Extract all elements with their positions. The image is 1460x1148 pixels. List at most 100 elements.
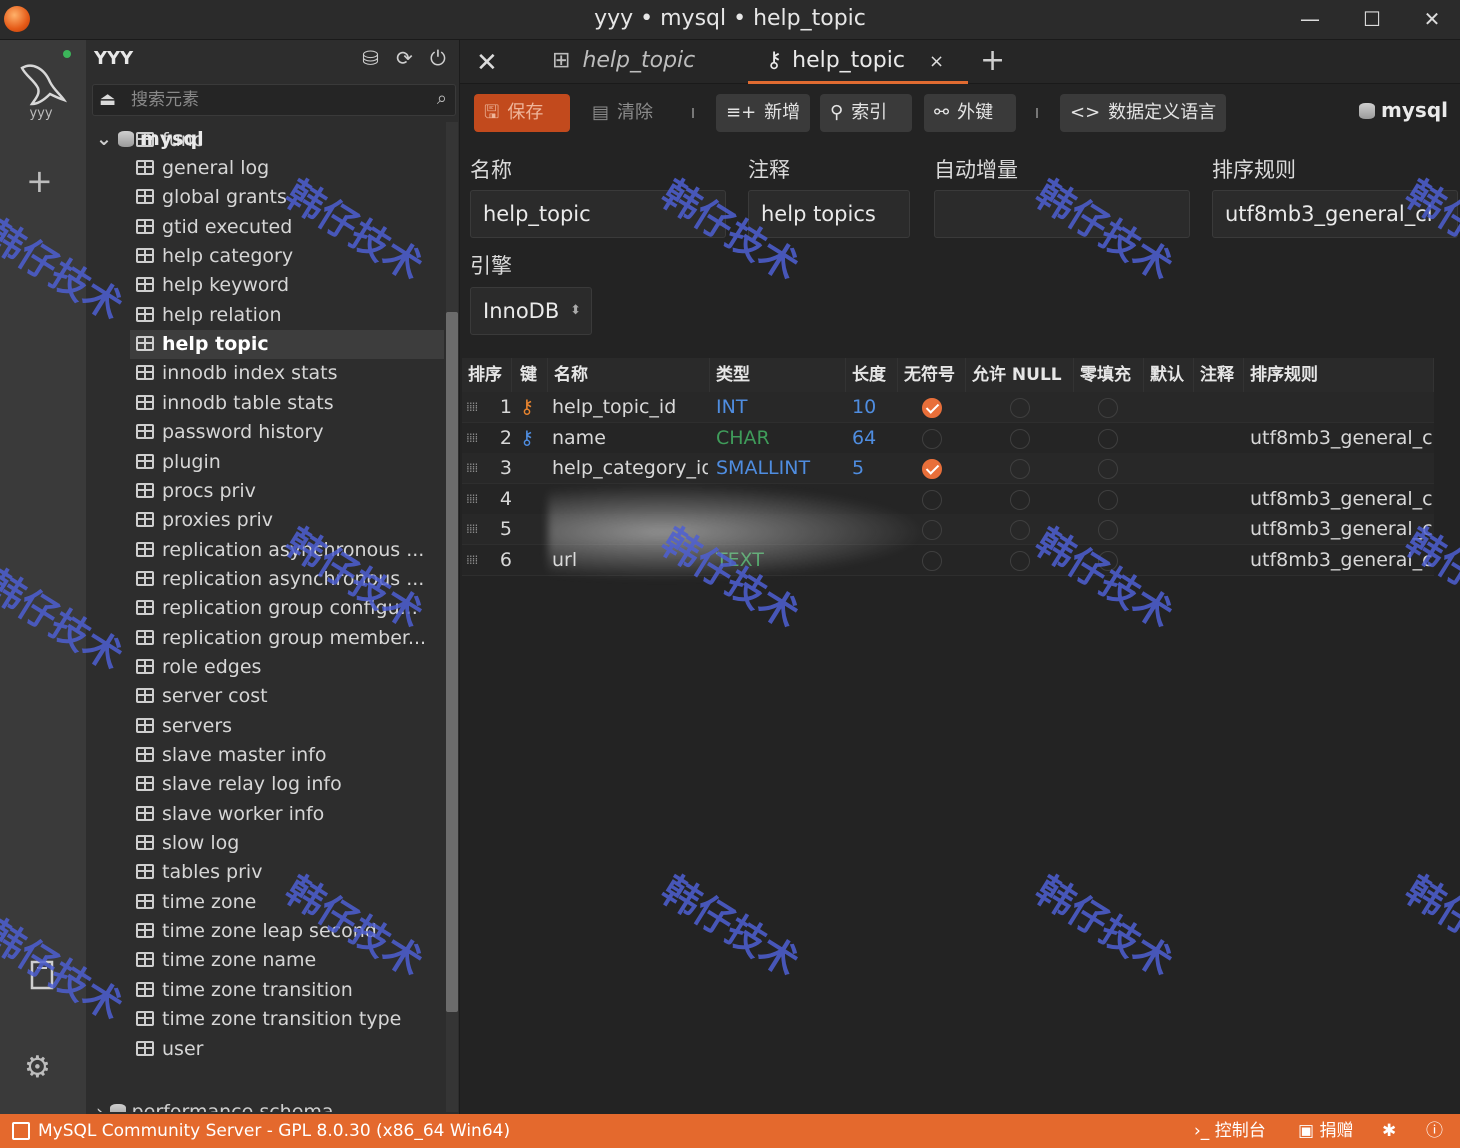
index-button[interactable]: ⚲ 索引 (820, 94, 912, 132)
tree-table-item[interactable]: user (130, 1035, 444, 1064)
column-collation-cell[interactable] (1246, 453, 1432, 484)
nullable-checkbox[interactable] (1010, 459, 1030, 480)
zerofill-checkbox[interactable] (1098, 520, 1118, 541)
tools-icon[interactable]: ✕ (476, 48, 498, 78)
drag-handle-icon[interactable]: ⁞⁞⁞⁞ (462, 453, 496, 484)
foreign-key-button[interactable]: ⚯ 外键 (924, 94, 1016, 132)
tree-table-item[interactable]: help topic (130, 330, 444, 360)
col-header-zerofill[interactable]: 零填充 (1074, 358, 1144, 392)
column-length-cell[interactable]: 5 (848, 453, 896, 484)
add-column-button[interactable]: ≡+ 新增 (716, 94, 810, 132)
column-collation-cell[interactable]: utf8mb3_general_ci (1246, 484, 1432, 515)
unsigned-checkbox[interactable] (922, 459, 942, 480)
tree-table-item[interactable]: password history (130, 418, 444, 447)
tree-database-mysql[interactable]: ⌄ mysql (96, 128, 204, 150)
tab-structure-help-topic[interactable]: ⚷ help_topic × (748, 40, 968, 84)
unsigned-checkbox[interactable] (922, 398, 942, 418)
zerofill-checkbox[interactable] (1098, 459, 1118, 480)
col-header-nullable[interactable]: 允许 NULL (966, 358, 1074, 392)
drag-handle-icon[interactable]: ⁞⁞⁞⁞ (462, 392, 496, 423)
add-connection-icon[interactable]: + (26, 162, 53, 200)
refresh-icon[interactable]: ⟳ (396, 46, 413, 70)
drag-handle-icon[interactable]: ⁞⁞⁞⁞ (462, 484, 496, 515)
mysql-dolphin-icon[interactable] (14, 54, 70, 112)
tree-table-item[interactable]: time zone transition type (130, 1005, 444, 1034)
column-type-cell[interactable]: INT (712, 392, 842, 423)
new-tab-button[interactable]: + (980, 40, 1005, 84)
col-header-type[interactable]: 类型 (710, 358, 846, 392)
tree-table-item[interactable]: tables priv (130, 858, 444, 887)
minimize-button[interactable]: — (1282, 4, 1338, 34)
console-button[interactable]: ›_ 控制台 (1194, 1114, 1266, 1148)
search-icon[interactable]: ⌕ (437, 88, 447, 109)
column-name-cell[interactable]: help_category_id (548, 453, 708, 484)
drag-handle-icon[interactable]: ⁞⁞⁞⁞ (462, 545, 496, 576)
zerofill-checkbox[interactable] (1098, 398, 1118, 418)
column-row[interactable]: ⁞⁞⁞⁞ 1 ⚷ help_topic_id INT 10 (462, 392, 1434, 423)
nullable-checkbox[interactable] (1010, 520, 1030, 541)
tree-table-item[interactable]: procs priv (130, 477, 444, 506)
disconnect-icon[interactable]: ⏻ (430, 46, 446, 70)
column-name-cell[interactable]: help_topic_id (548, 392, 708, 423)
tree-table-item[interactable]: plugin (130, 448, 444, 477)
maximize-button[interactable]: ☐ (1344, 4, 1400, 34)
tree-table-item[interactable]: proxies priv (130, 506, 444, 535)
donate-button[interactable]: ▣ 捐赠 (1298, 1114, 1353, 1148)
tab-close-icon[interactable]: × (929, 51, 944, 72)
drag-handle-icon[interactable]: ⁞⁞⁞⁞ (462, 514, 496, 545)
save-button[interactable]: 🖫 保存 (474, 94, 570, 132)
tree-table-item[interactable]: slave relay log info (130, 770, 444, 799)
tree-table-item[interactable]: help relation (130, 301, 444, 330)
drag-handle-icon[interactable]: ⁞⁞⁞⁞ (462, 423, 496, 454)
nullable-checkbox[interactable] (1010, 489, 1030, 510)
col-header-comment[interactable]: 注释 (1194, 358, 1244, 392)
tree-table-item[interactable]: slow log (130, 829, 444, 858)
column-type-cell[interactable]: SMALLINT (712, 453, 842, 484)
tree-database-next[interactable]: › performance schema (96, 1098, 410, 1112)
engine-select[interactable]: InnoDB ⬍ (470, 287, 592, 335)
column-length-cell[interactable]: 64 (848, 423, 896, 454)
tree-table-item[interactable]: innodb table stats (130, 389, 444, 418)
column-name-cell[interactable]: name (548, 423, 708, 454)
nullable-checkbox[interactable] (1010, 428, 1030, 449)
settings-gear-icon[interactable]: ⚙ (24, 1050, 51, 1085)
sidebar-scrollbar[interactable] (446, 312, 458, 1012)
new-database-icon[interactable]: ⛁ (362, 46, 379, 70)
chevron-down-icon[interactable]: ⌄ (96, 128, 112, 150)
tree-table-item[interactable]: slave worker info (130, 800, 444, 829)
close-window-button[interactable]: ✕ (1404, 4, 1460, 34)
tree-table-item[interactable]: server cost (130, 682, 444, 711)
chevron-right-icon[interactable]: › (96, 1101, 104, 1112)
column-row[interactable]: ⁞⁞⁞⁞ 3 help_category_id SMALLINT 5 (462, 453, 1434, 485)
bug-icon[interactable]: ✱ (1382, 1114, 1396, 1148)
col-header-name[interactable]: 名称 (548, 358, 710, 392)
ddl-button[interactable]: <> 数据定义语言 (1060, 94, 1226, 132)
tree-table-item[interactable]: general log (130, 154, 444, 183)
sidebar-search-input[interactable] (131, 89, 411, 111)
column-collation-cell[interactable] (1246, 392, 1432, 423)
column-collation-cell[interactable]: utf8mb3_general_ci (1246, 514, 1432, 545)
col-header-default[interactable]: 默认 (1144, 358, 1194, 392)
column-row[interactable]: ⁞⁞⁞⁞ 2 ⚷ name CHAR 64 utf8mb3_general_ci (462, 422, 1434, 454)
col-header-length[interactable]: 长度 (846, 358, 898, 392)
zerofill-checkbox[interactable] (1098, 489, 1118, 510)
clear-button[interactable]: ▤ 清除 (582, 94, 672, 132)
tab-data-help-topic[interactable]: ⊞ help_topic (552, 40, 695, 84)
column-collation-cell[interactable]: utf8mb3_general_ci (1246, 423, 1432, 454)
col-header-collation[interactable]: 排序规则 (1244, 358, 1434, 392)
tree-table-item[interactable]: role edges (130, 653, 444, 682)
column-length-cell[interactable]: 10 (848, 392, 896, 423)
col-header-order[interactable]: 排序 (462, 358, 512, 392)
col-header-key[interactable]: 键 (514, 358, 548, 392)
tree-table-item[interactable]: innodb index stats (130, 359, 444, 388)
info-icon[interactable]: ⓘ (1426, 1114, 1443, 1148)
tree-table-item[interactable]: servers (130, 712, 444, 741)
filter-icon[interactable]: ⏏ (99, 89, 116, 110)
col-header-unsigned[interactable]: 无符号 (898, 358, 966, 392)
nullable-checkbox[interactable] (1010, 551, 1030, 571)
zerofill-checkbox[interactable] (1098, 428, 1118, 449)
unsigned-checkbox[interactable] (922, 428, 942, 449)
nullable-checkbox[interactable] (1010, 398, 1030, 418)
column-type-cell[interactable]: CHAR (712, 423, 842, 454)
tree-table-item[interactable]: slave master info (130, 741, 444, 770)
